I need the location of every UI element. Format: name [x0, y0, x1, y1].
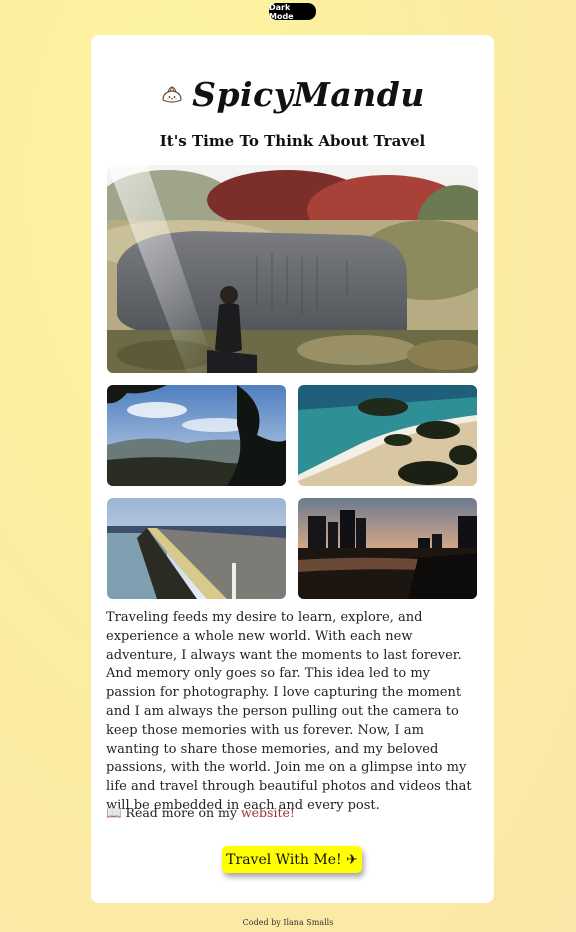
intro-paragraph: Traveling feeds my desire to learn, expl… — [106, 610, 472, 813]
travel-with-me-button[interactable]: Travel With Me! ✈ — [222, 846, 362, 873]
photo-mountain-view — [107, 385, 286, 486]
photo-rocky-beach — [298, 385, 477, 486]
page-subtitle: It's Time To Think About Travel — [159, 132, 426, 150]
website-link[interactable]: website! — [241, 805, 295, 820]
photo-woman-stone-monument — [107, 165, 478, 373]
content-card: SpicyMandu It's Time To Think About Trav… — [91, 35, 494, 903]
footer-credit: Coded by Ilana Smalls — [242, 918, 334, 927]
dumpling-icon — [160, 83, 184, 107]
brand-name: SpicyMandu — [192, 75, 425, 114]
read-more-line: 📖 Read more on my website! — [106, 805, 295, 821]
dark-mode-toggle[interactable]: Dark Mode — [269, 3, 316, 21]
brand-header: SpicyMandu — [91, 75, 494, 114]
read-more-prefix: 📖 Read more on my — [106, 805, 241, 820]
photo-city-sunset — [298, 498, 477, 599]
photo-harbor-pier — [107, 498, 286, 599]
